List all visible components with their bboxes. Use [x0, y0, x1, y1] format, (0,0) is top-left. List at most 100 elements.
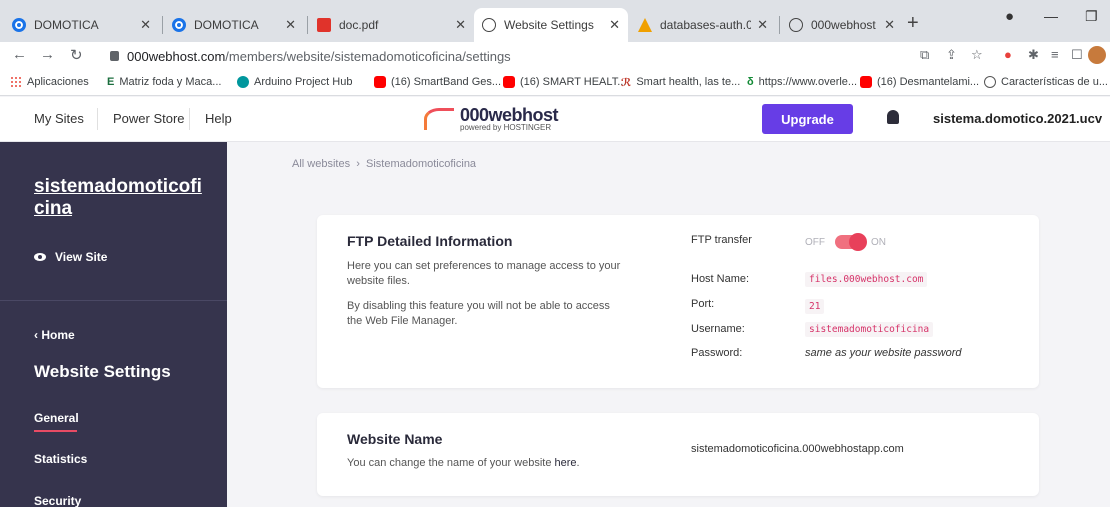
browser-tab[interactable]: 000webhost File Mana ✕	[781, 8, 903, 42]
extension-icon[interactable]: ●	[1004, 47, 1012, 62]
browser-tab[interactable]: DOMOTICA ✕	[164, 8, 304, 42]
url-host: 000webhost.com	[127, 48, 226, 64]
port-label: Port:	[691, 298, 715, 310]
bell-icon[interactable]	[887, 110, 899, 124]
reading-list-icon[interactable]: ≡	[1051, 47, 1059, 62]
forward-icon[interactable]: →	[40, 46, 55, 63]
logo-swoosh-icon	[424, 108, 454, 130]
restore-button[interactable]: ❐	[1085, 8, 1098, 25]
youtube-favicon-icon	[374, 76, 386, 88]
site-header: My Sites Power Store Help 000webhost pow…	[0, 97, 1110, 142]
overleaf-favicon-icon: δ	[747, 76, 754, 88]
breadcrumb: All websites › Sistemadomoticoficina	[292, 158, 476, 170]
tab-title: Website Settings	[504, 18, 594, 32]
bookmark-item[interactable]: (16) SmartBand Ges...	[374, 76, 501, 88]
bookmark-item[interactable]: ℛ Smart health, las te...	[621, 76, 741, 89]
toggle-on-label: ON	[871, 236, 886, 248]
profile-avatar[interactable]	[1088, 46, 1106, 64]
url-path: /members/website/sistemadomoticoficina/s…	[225, 48, 511, 64]
tab-title: 000webhost File Mana	[811, 18, 878, 32]
toggle-switch[interactable]	[835, 233, 867, 251]
bookmark-item[interactable]: δ https://www.overle...	[747, 76, 857, 88]
browser-tab-active[interactable]: Website Settings ✕	[474, 8, 628, 42]
tab-title: DOMOTICA	[34, 18, 99, 32]
website-domain: sistemadomoticoficina.000webhostapp.com	[691, 443, 904, 455]
tab-search-icon[interactable]: ●	[1005, 8, 1014, 25]
home-link[interactable]: ‹ Home	[34, 328, 75, 342]
minimize-button[interactable]: —	[1044, 8, 1058, 24]
bookmark-item[interactable]: (16) SMART HEALT...	[503, 76, 626, 88]
globe-favicon-icon	[789, 18, 803, 32]
youtube-favicon-icon	[860, 76, 872, 88]
close-icon[interactable]: ✕	[140, 17, 151, 33]
nav-power-store[interactable]: Power Store	[113, 111, 185, 126]
ftp-transfer-toggle[interactable]: OFF ON	[805, 233, 886, 251]
sidebar-item-security[interactable]: Security	[34, 494, 81, 507]
site-name-link[interactable]: sistemadomoticofi cina	[34, 176, 214, 220]
description-suffix: .	[576, 457, 580, 469]
browser-tab[interactable]: databases-auth.000we ✕	[630, 8, 776, 42]
bookmark-label: (16) SMART HEALT...	[520, 76, 627, 88]
toggle-off-label: OFF	[805, 236, 825, 248]
back-icon[interactable]: ←	[12, 46, 27, 63]
apps-grid-icon	[10, 76, 22, 88]
change-name-link[interactable]: here	[555, 457, 577, 469]
logo-subtitle: powered by HOSTINGER	[460, 123, 552, 132]
bookmark-item[interactable]: (16) Desmantelami...	[860, 76, 979, 88]
close-icon[interactable]: ✕	[757, 17, 768, 33]
website-name-card: Website Name You can change the name of …	[317, 413, 1039, 496]
chevron-down-icon: ⌄	[1106, 111, 1110, 126]
bookmark-item[interactable]: Aplicaciones	[10, 76, 89, 88]
close-icon[interactable]: ✕	[609, 17, 620, 33]
tab-divider	[162, 16, 163, 34]
nav-help[interactable]: Help	[205, 111, 232, 126]
logo-title: 000webhost	[460, 105, 559, 125]
translate-icon[interactable]: ⧉	[920, 47, 929, 63]
host-name-value: files.000webhost.com	[805, 272, 928, 287]
domotica-favicon-icon	[172, 18, 186, 32]
share-icon[interactable]: ⇪	[946, 47, 957, 63]
sh-favicon-icon: ℛ	[621, 77, 632, 89]
tab-title: doc.pdf	[339, 18, 379, 32]
view-site-link[interactable]: View Site	[34, 250, 107, 264]
sidebar-section-title: Website Settings	[34, 362, 171, 381]
bookmark-item[interactable]: E Matriz foda y Maca...	[107, 76, 221, 88]
side-panel-icon[interactable]: ☐	[1071, 47, 1083, 63]
extensions-puzzle-icon[interactable]: ✱	[1028, 47, 1039, 63]
ftp-description: Here you can set preferences to manage a…	[347, 260, 621, 287]
bookmark-label: (16) SmartBand Ges...	[391, 76, 502, 88]
bookmark-star-icon[interactable]: ☆	[971, 47, 983, 63]
breadcrumb-root[interactable]: All websites	[292, 158, 350, 170]
site-logo[interactable]: 000webhost powered by HOSTINGER	[424, 105, 559, 132]
ftp-title: FTP Detailed Information	[347, 233, 513, 249]
sidebar-item-statistics[interactable]: Statistics	[34, 452, 87, 466]
reload-icon[interactable]: ↻	[70, 46, 83, 64]
address-bar[interactable]: 000webhost.com /members/website/sistemad…	[110, 44, 910, 68]
nav-my-sites[interactable]: My Sites	[34, 111, 84, 126]
close-icon[interactable]: ✕	[455, 17, 466, 33]
tab-divider	[779, 16, 780, 34]
account-name: sistema.domotico.2021.ucv	[933, 111, 1103, 126]
nav-divider	[97, 108, 98, 130]
sidebar-divider	[0, 300, 227, 301]
bookmark-item[interactable]: Arduino Project Hub	[237, 76, 352, 88]
browser-tab[interactable]: doc.pdf ✕	[309, 8, 474, 42]
sidebar-item-general[interactable]: General	[34, 411, 79, 432]
ftp-warning: By disabling this feature you will not b…	[347, 300, 610, 327]
password-label: Password:	[691, 347, 743, 359]
globe-favicon-icon	[984, 76, 996, 88]
bookmark-label: Smart health, las te...	[636, 76, 741, 88]
bookmark-label: Arduino Project Hub	[254, 76, 353, 88]
new-tab-button[interactable]: +	[907, 12, 919, 35]
account-menu[interactable]: sistema.domotico.2021.ucv ⌄	[933, 111, 1110, 127]
close-icon[interactable]: ✕	[884, 17, 895, 33]
password-value: same as your website password	[805, 347, 962, 359]
bookmark-item[interactable]: Características de u...	[984, 76, 1108, 88]
arduino-favicon-icon	[237, 76, 249, 88]
browser-tab[interactable]: DOMOTICA ✕	[4, 8, 159, 42]
close-icon[interactable]: ✕	[285, 17, 296, 33]
description-text: You can change the name of your website	[347, 457, 555, 469]
upgrade-button[interactable]: Upgrade	[762, 104, 853, 134]
ftp-card: FTP Detailed Information Here you can se…	[317, 215, 1039, 388]
username-label: Username:	[691, 323, 745, 335]
